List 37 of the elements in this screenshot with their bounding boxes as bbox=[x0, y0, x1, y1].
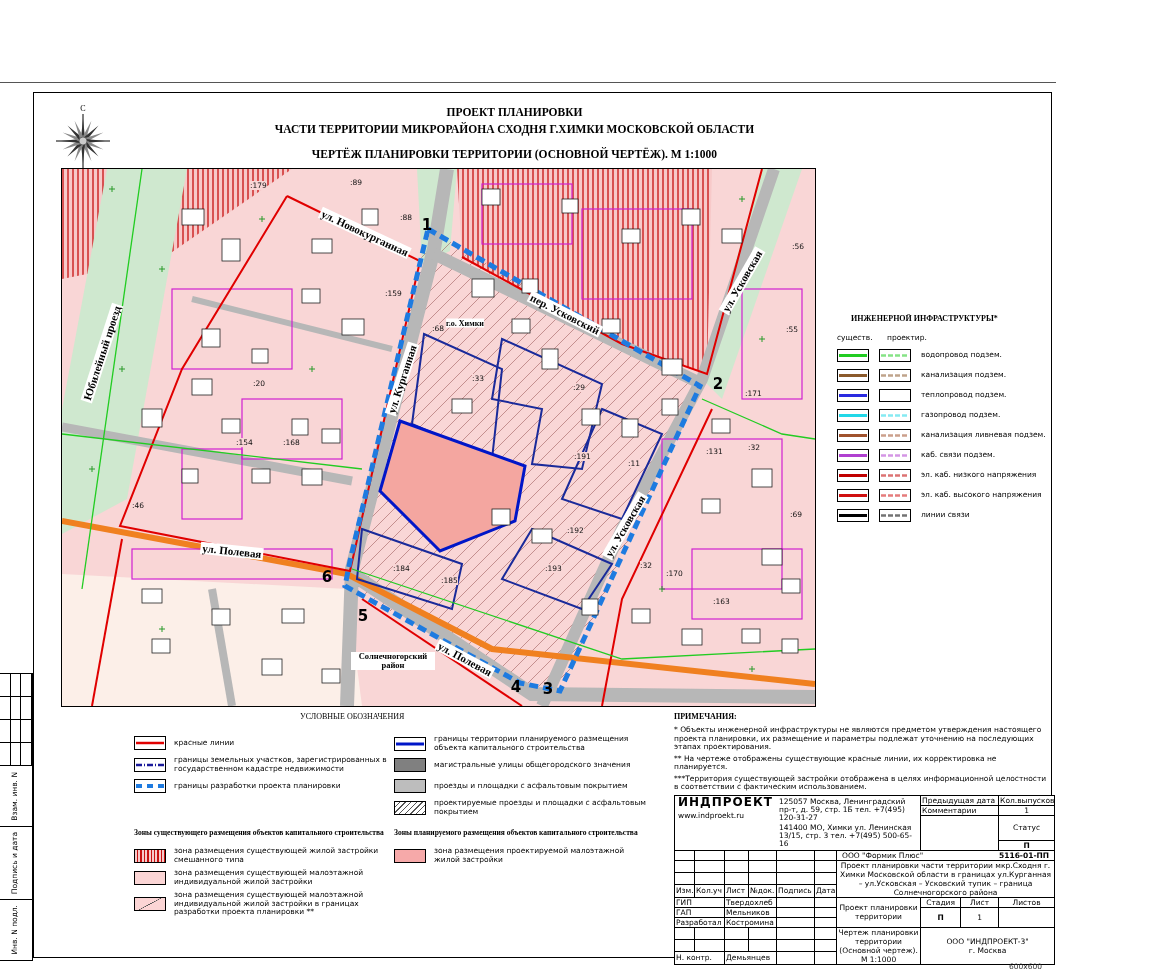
notes-heading: ПРИМЕЧАНИЯ: bbox=[674, 712, 738, 721]
line-swatch bbox=[837, 388, 869, 402]
fill-swatch bbox=[394, 800, 426, 815]
fill-swatch bbox=[394, 758, 426, 772]
line-swatch bbox=[837, 468, 869, 482]
compass-rose-icon bbox=[55, 113, 111, 169]
line-swatch bbox=[837, 348, 869, 362]
line-swatch bbox=[134, 736, 166, 750]
area-name: г.о. Химки bbox=[446, 318, 484, 328]
fill-swatch bbox=[394, 779, 426, 793]
line-swatch bbox=[837, 408, 869, 422]
line-swatch bbox=[837, 448, 869, 462]
boundary-point-number: 5 bbox=[357, 608, 369, 624]
north-label: С bbox=[80, 105, 86, 113]
fill-swatch bbox=[394, 848, 426, 863]
boundary-point-number: 1 bbox=[421, 217, 433, 233]
drawing-title: ЧЕРТЁЖ ПЛАНИРОВКИ ТЕРРИТОРИИ (ОСНОВНОЙ ЧЕРТЁЖ). М 1:1000 bbox=[311, 148, 718, 160]
boundary-point-number: 6 bbox=[321, 569, 333, 585]
legend-heading: ИНЖЕНЕРНОЙ ИНФРАСТРУКТУРЫ* bbox=[851, 314, 999, 323]
line-swatch bbox=[837, 508, 869, 522]
fill-swatch bbox=[134, 870, 166, 885]
line-swatch bbox=[837, 428, 869, 442]
area-name: Солнечногорский район bbox=[351, 652, 435, 670]
boundary-point-number: 2 bbox=[712, 376, 724, 392]
drawing-title: ПРОЕКТ ПЛАНИРОВКИ bbox=[446, 106, 583, 118]
line-swatch bbox=[837, 368, 869, 382]
line-swatch bbox=[394, 736, 426, 751]
boundary-point-number: 3 bbox=[542, 681, 554, 697]
line-swatch bbox=[134, 757, 166, 772]
legend-heading: УСЛОВНЫЕ ОБОЗНАЧЕНИЯ bbox=[300, 712, 406, 721]
line-swatch bbox=[134, 779, 166, 793]
fill-swatch bbox=[134, 896, 166, 911]
company-logo: ИНДПРОЕКТ bbox=[678, 797, 773, 807]
boundary-point-number: 4 bbox=[510, 679, 522, 695]
line-swatch bbox=[837, 488, 869, 502]
fill-swatch bbox=[134, 848, 166, 863]
drawing-title: ЧАСТИ ТЕРРИТОРИИ МИКРОРАЙОНА СХОДНЯ Г.ХИМКИ МОСКОВСКОЙ ОБЛАСТИ bbox=[274, 123, 755, 135]
